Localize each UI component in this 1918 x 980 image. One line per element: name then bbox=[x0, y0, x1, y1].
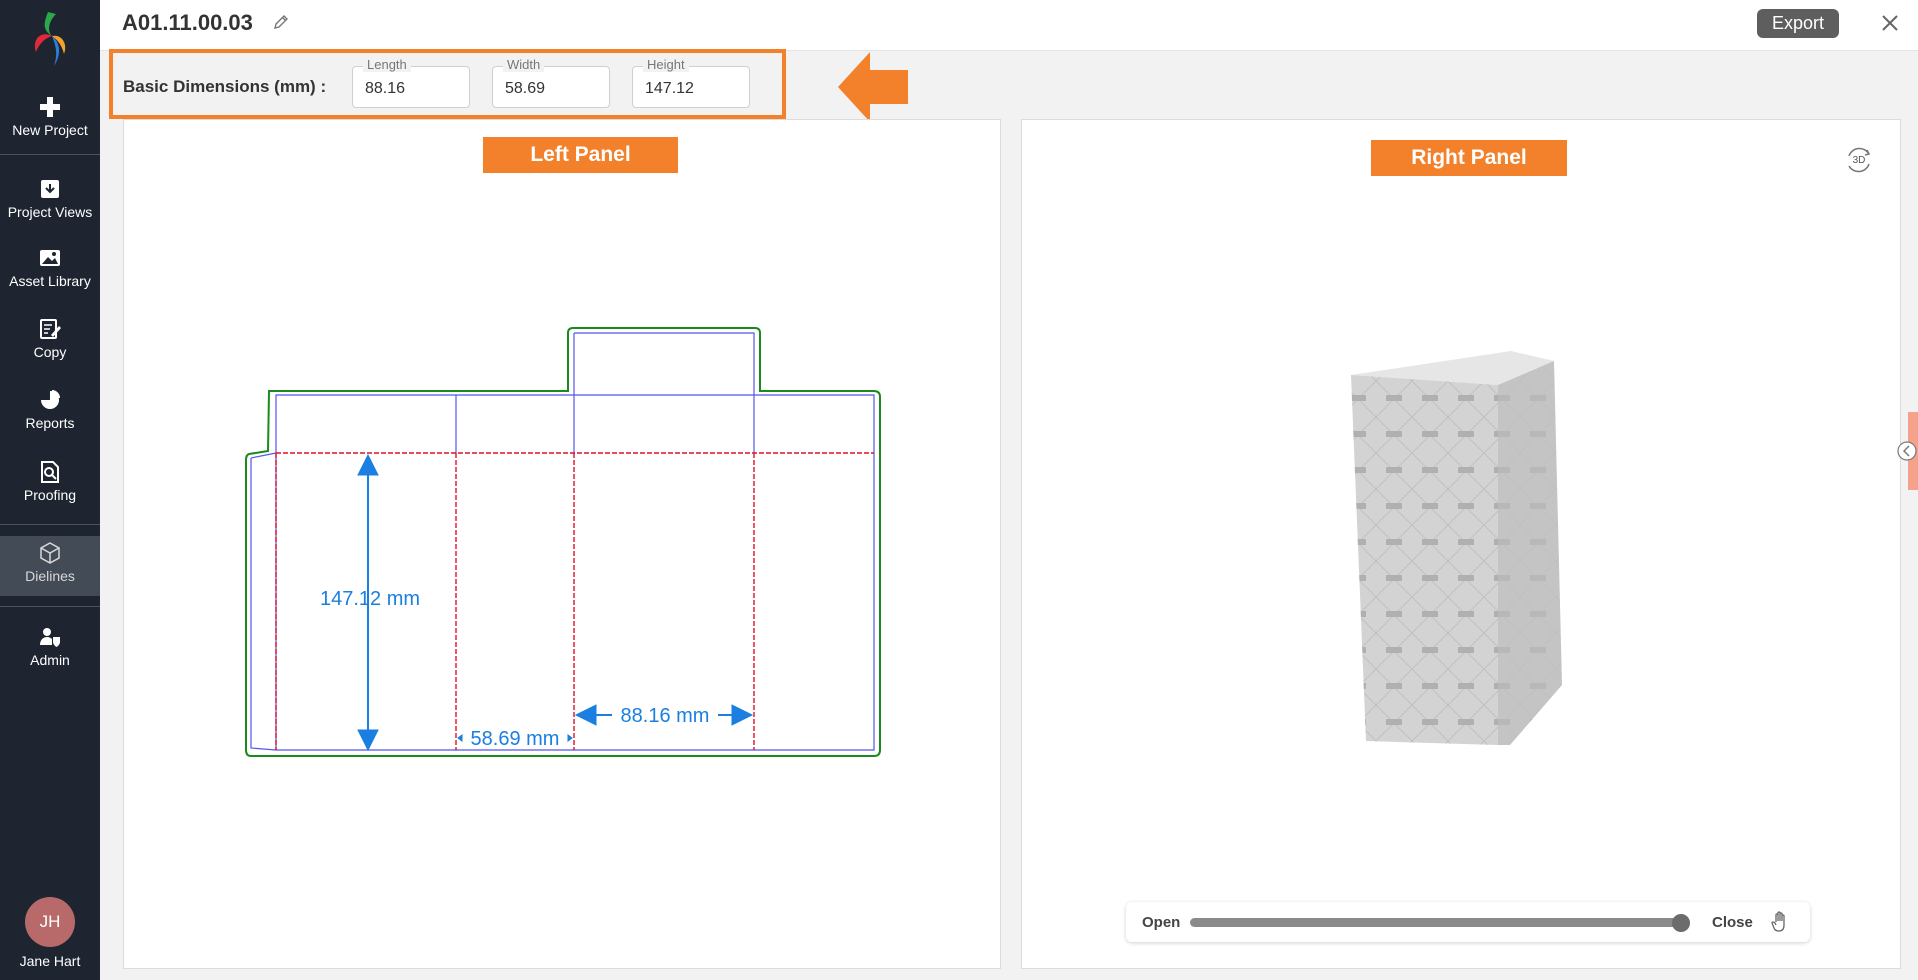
fold-slider-bar: Open Close bbox=[1126, 902, 1810, 942]
fold-slider-track[interactable] bbox=[1190, 918, 1690, 927]
width-input[interactable] bbox=[503, 79, 602, 99]
dimensions-label: Basic Dimensions (mm) : bbox=[123, 77, 327, 96]
left-panel-tag: Left Panel bbox=[483, 137, 678, 173]
box-front-pattern bbox=[1351, 375, 1498, 745]
nav-asset-library[interactable]: Asset Library bbox=[0, 247, 100, 289]
width-label: Width bbox=[503, 57, 545, 72]
badge-3d-text: 3D bbox=[1853, 155, 1866, 166]
width-dimension-label: 58.69 mm bbox=[471, 728, 560, 750]
box-side-pattern bbox=[1498, 361, 1562, 745]
height-label: Height bbox=[643, 57, 689, 72]
nav-reports[interactable]: Reports bbox=[0, 389, 100, 431]
width-field[interactable]: Width bbox=[492, 57, 610, 108]
hand-icon[interactable] bbox=[1770, 911, 1792, 933]
dieline-fold-lines bbox=[250, 332, 875, 751]
sidebar: New Project Project Views Asset Library … bbox=[0, 0, 100, 980]
nav-label: New Project bbox=[12, 122, 88, 138]
dieline-cut-outline bbox=[245, 327, 881, 757]
avatar[interactable]: JH bbox=[25, 897, 75, 947]
slider-open-label: Open bbox=[1142, 914, 1181, 931]
height-dimension-label: 147.12 mm bbox=[320, 588, 420, 610]
nav-project-views[interactable]: Project Views bbox=[0, 178, 100, 220]
slider-close-label: Close bbox=[1712, 914, 1753, 931]
nav-label: Admin bbox=[30, 652, 70, 668]
length-field[interactable]: Length bbox=[352, 57, 470, 108]
document-search-icon bbox=[41, 461, 59, 483]
height-field[interactable]: Height bbox=[632, 57, 750, 108]
right-panel-tag: Right Panel bbox=[1371, 140, 1567, 176]
length-label: Length bbox=[363, 57, 411, 72]
nav-label: Copy bbox=[33, 344, 67, 360]
length-dimension-label: 88.16 mm bbox=[621, 705, 710, 727]
divider bbox=[0, 606, 100, 607]
close-icon[interactable] bbox=[1879, 12, 1901, 34]
user-shield-icon bbox=[40, 628, 60, 647]
image-icon bbox=[40, 250, 60, 266]
plus-icon bbox=[40, 97, 60, 117]
nav-copy[interactable]: Copy bbox=[0, 318, 100, 360]
nav-label: Dielines bbox=[25, 568, 75, 584]
nav-dielines[interactable]: Dielines bbox=[0, 536, 100, 596]
inbox-download-icon bbox=[41, 180, 59, 198]
length-input[interactable] bbox=[363, 79, 462, 99]
nav-label: Proofing bbox=[23, 487, 77, 503]
pie-chart-icon bbox=[41, 390, 60, 409]
rotate-3d-icon[interactable]: 3D bbox=[1843, 144, 1875, 176]
header: A01.11.00.03 Export bbox=[100, 0, 1918, 51]
nav-label: Reports bbox=[25, 415, 75, 431]
nav-label: Asset Library bbox=[9, 273, 91, 289]
pencil-icon[interactable] bbox=[272, 13, 290, 31]
height-input[interactable] bbox=[643, 79, 742, 99]
box-icon bbox=[40, 542, 60, 564]
nav-label: Project Views bbox=[7, 204, 93, 220]
fold-slider-thumb[interactable] bbox=[1672, 914, 1690, 932]
page-title: A01.11.00.03 bbox=[122, 10, 253, 35]
arrow-left-icon bbox=[838, 52, 908, 122]
dieline-drawing[interactable]: 147.12 mm 58.69 mm 88.16 mm bbox=[240, 320, 890, 770]
edit-document-icon bbox=[40, 319, 61, 339]
chevron-left-icon[interactable] bbox=[1896, 440, 1918, 462]
nav-proofing[interactable]: Proofing bbox=[0, 461, 100, 503]
user-name: Jane Hart bbox=[19, 953, 81, 969]
divider bbox=[0, 154, 100, 155]
app-logo[interactable] bbox=[26, 8, 74, 70]
export-button[interactable]: Export bbox=[1757, 9, 1839, 38]
nav-new-project[interactable]: New Project bbox=[0, 96, 100, 138]
divider bbox=[0, 524, 100, 525]
avatar-initials: JH bbox=[39, 912, 61, 931]
nav-admin[interactable]: Admin bbox=[0, 626, 100, 668]
box-3d-preview[interactable] bbox=[1340, 345, 1580, 755]
